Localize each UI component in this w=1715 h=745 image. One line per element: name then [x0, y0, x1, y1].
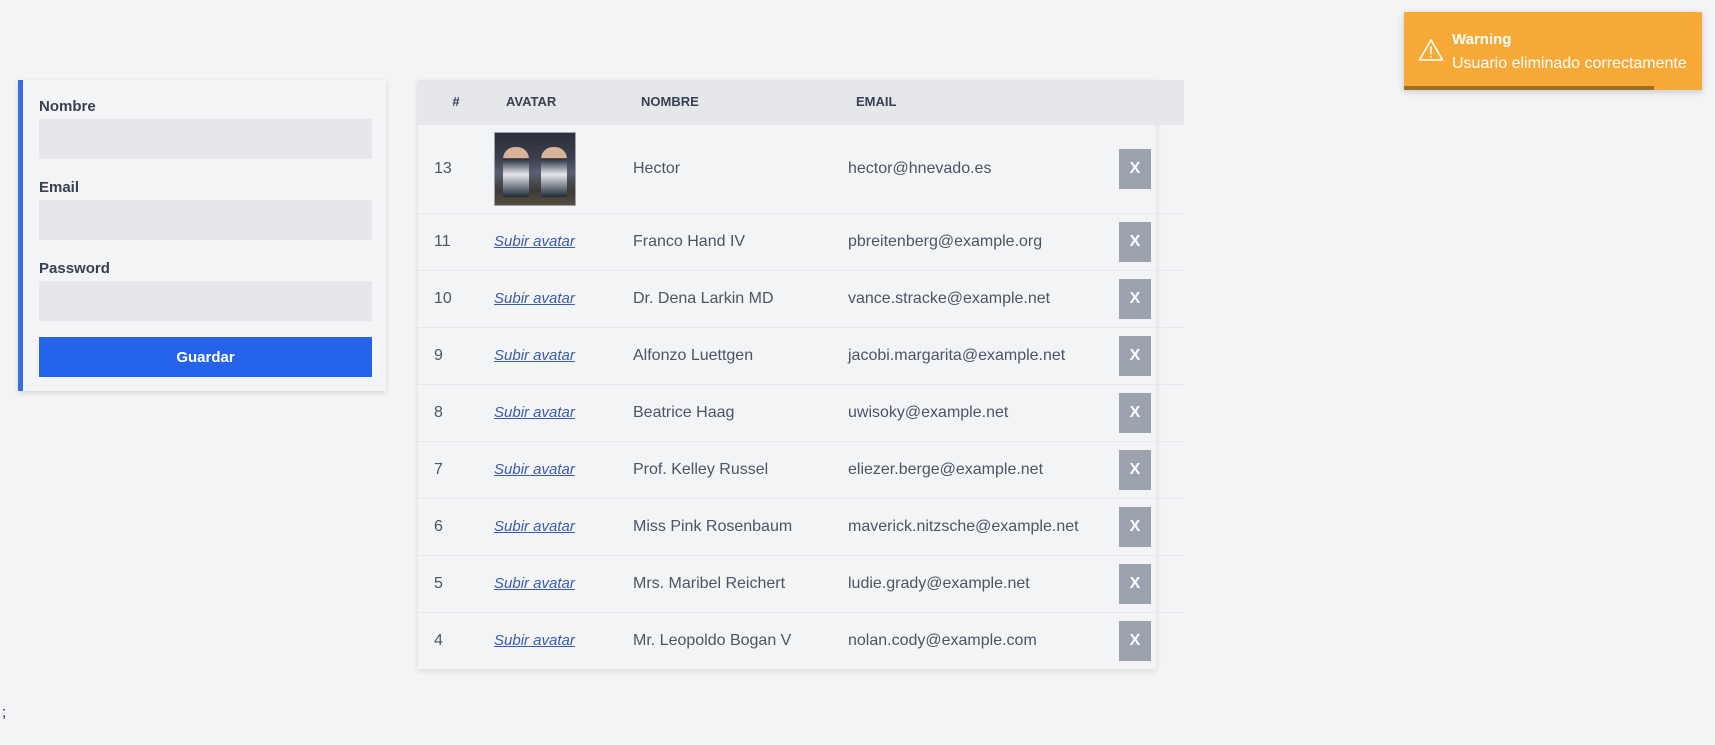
column-header-email: EMAIL — [856, 94, 897, 110]
user-form: Nombre Email Password Guardar — [18, 80, 386, 391]
column-header-nombre: NOMBRE — [641, 94, 699, 110]
avatar-cell: Subir avatar — [494, 497, 633, 555]
row-nombre: Miss Pink Rosenbaum — [633, 497, 848, 555]
row-email: nolan.cody@example.com — [848, 611, 1119, 669]
table-row: 10 Subir avatar Dr. Dena Larkin MD vance… — [418, 269, 1184, 327]
actions-cell: X — [1119, 554, 1184, 612]
row-id: 6 — [418, 497, 494, 555]
avatar-cell: Subir avatar — [494, 440, 633, 498]
row-nombre: Franco Hand IV — [633, 212, 848, 270]
password-input[interactable] — [39, 281, 372, 321]
table-row: 8 Subir avatar Beatrice Haag uwisoky@exa… — [418, 383, 1184, 441]
actions-cell: X — [1119, 123, 1184, 213]
row-id: 8 — [418, 383, 494, 441]
avatar-cell: Subir avatar — [494, 326, 633, 384]
delete-button[interactable]: X — [1119, 221, 1151, 262]
table-row: 13 Hector hector@hnevado.es X — [418, 123, 1184, 213]
row-email: maverick.nitzsche@example.net — [848, 497, 1119, 555]
table-row: 7 Subir avatar Prof. Kelley Russel eliez… — [418, 440, 1184, 498]
column-header-avatar: AVATAR — [506, 94, 557, 110]
email-field-group: Email — [39, 179, 372, 240]
actions-cell: X — [1119, 440, 1184, 498]
avatar-cell: Subir avatar — [494, 383, 633, 441]
nombre-input[interactable] — [39, 119, 372, 159]
avatar-cell: Subir avatar — [494, 611, 633, 669]
column-header-actions — [1119, 80, 1184, 124]
actions-cell: X — [1119, 212, 1184, 270]
email-input[interactable] — [39, 200, 372, 240]
password-field-group: Password — [39, 260, 372, 321]
users-table: # AVATAR NOMBRE EMAIL 13 Hector hector@h… — [418, 80, 1184, 669]
row-nombre: Beatrice Haag — [633, 383, 848, 441]
upload-avatar-link[interactable]: Subir avatar — [494, 347, 575, 364]
upload-avatar-link[interactable]: Subir avatar — [494, 233, 575, 250]
delete-button[interactable]: X — [1119, 335, 1151, 376]
table-row: 4 Subir avatar Mr. Leopoldo Bogan V nola… — [418, 611, 1184, 669]
row-nombre: Dr. Dena Larkin MD — [633, 269, 848, 327]
row-id: 4 — [418, 611, 494, 669]
upload-avatar-link[interactable]: Subir avatar — [494, 290, 575, 307]
row-nombre: Alfonzo Luettgen — [633, 326, 848, 384]
toast-message: Usuario eliminado correctamente — [1452, 55, 1687, 72]
toast-title: Warning — [1452, 31, 1512, 48]
avatar-cell — [494, 123, 633, 213]
actions-cell: X — [1119, 383, 1184, 441]
table-row: 6 Subir avatar Miss Pink Rosenbaum maver… — [418, 497, 1184, 555]
actions-cell: X — [1119, 269, 1184, 327]
row-id: 13 — [418, 123, 494, 213]
column-header-id: # — [452, 94, 460, 110]
row-email: hector@hnevado.es — [848, 123, 1119, 213]
stray-text: ; — [2, 704, 7, 721]
actions-cell: X — [1119, 497, 1184, 555]
row-email: vance.stracke@example.net — [848, 269, 1119, 327]
table-row: 9 Subir avatar Alfonzo Luettgen jacobi.m… — [418, 326, 1184, 384]
upload-avatar-link[interactable]: Subir avatar — [494, 632, 575, 649]
delete-button[interactable]: X — [1119, 148, 1151, 189]
nombre-label: Nombre — [39, 98, 96, 115]
row-email: pbreitenberg@example.org — [848, 212, 1119, 270]
users-table-card: # AVATAR NOMBRE EMAIL 13 Hector hector@h… — [418, 80, 1184, 669]
delete-button[interactable]: X — [1119, 620, 1151, 661]
delete-button[interactable]: X — [1119, 449, 1151, 490]
delete-button[interactable]: X — [1119, 278, 1151, 319]
warning-triangle-icon — [1418, 39, 1444, 61]
password-label: Password — [39, 260, 110, 277]
upload-avatar-link[interactable]: Subir avatar — [494, 461, 575, 478]
table-header-row: # AVATAR NOMBRE EMAIL — [418, 80, 1184, 124]
upload-avatar-link[interactable]: Subir avatar — [494, 575, 575, 592]
actions-cell: X — [1119, 326, 1184, 384]
delete-button[interactable]: X — [1119, 392, 1151, 433]
delete-button[interactable]: X — [1119, 506, 1151, 547]
row-nombre: Mrs. Maribel Reichert — [633, 554, 848, 612]
email-label: Email — [39, 179, 80, 196]
avatar-cell: Subir avatar — [494, 269, 633, 327]
row-email: jacobi.margarita@example.net — [848, 326, 1119, 384]
avatar-cell: Subir avatar — [494, 212, 633, 270]
row-id: 11 — [418, 212, 494, 270]
row-id: 7 — [418, 440, 494, 498]
upload-avatar-link[interactable]: Subir avatar — [494, 518, 575, 535]
save-button[interactable]: Guardar — [39, 337, 372, 377]
row-id: 10 — [418, 269, 494, 327]
row-nombre: Prof. Kelley Russel — [633, 440, 848, 498]
avatar-cell: Subir avatar — [494, 554, 633, 612]
row-nombre: Hector — [633, 123, 848, 213]
actions-cell: X — [1119, 611, 1184, 669]
delete-button[interactable]: X — [1119, 563, 1151, 604]
toast-progress-bar — [1404, 86, 1655, 90]
upload-avatar-link[interactable]: Subir avatar — [494, 404, 575, 421]
row-id: 5 — [418, 554, 494, 612]
row-email: eliezer.berge@example.net — [848, 440, 1119, 498]
avatar-image — [494, 131, 576, 206]
warning-toast[interactable]: Warning Usuario eliminado correctamente — [1404, 12, 1702, 90]
nombre-field-group: Nombre — [39, 98, 372, 159]
row-email: uwisoky@example.net — [848, 383, 1119, 441]
row-id: 9 — [418, 326, 494, 384]
table-row: 5 Subir avatar Mrs. Maribel Reichert lud… — [418, 554, 1184, 612]
row-nombre: Mr. Leopoldo Bogan V — [633, 611, 848, 669]
table-row: 11 Subir avatar Franco Hand IV pbreitenb… — [418, 212, 1184, 270]
row-email: ludie.grady@example.net — [848, 554, 1119, 612]
